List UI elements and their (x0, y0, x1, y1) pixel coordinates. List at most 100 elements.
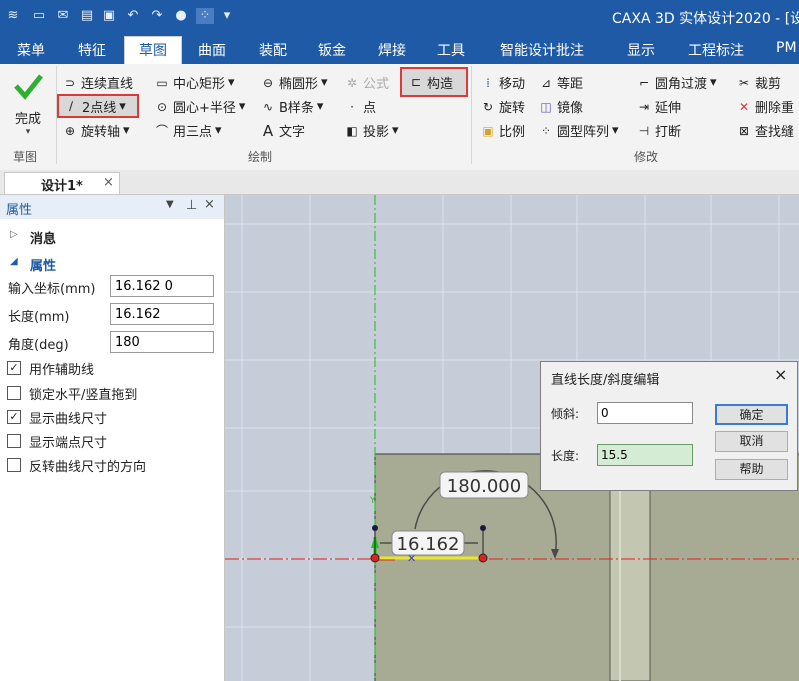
ellipse-button[interactable]: ⊖ 椭圆形 ▾ (260, 73, 328, 92)
dimension-handle[interactable] (372, 525, 378, 531)
field-label-angle: 角度(deg) (8, 338, 69, 353)
watermark-text: 大敏跨境 (24, 658, 81, 674)
group-label-draw: 绘制 (248, 150, 273, 164)
coordinates-input[interactable] (110, 275, 214, 297)
globe-icon[interactable]: ● (172, 8, 190, 24)
circular-array-button[interactable]: ⁘ 圆型阵列 ▾ (538, 121, 619, 140)
finish-button[interactable]: 完成 ▾ (4, 70, 52, 140)
tab-menu[interactable]: 菜单 (17, 40, 45, 60)
trim-button[interactable]: ✂ 裁剪 (736, 73, 781, 93)
tab-sketch[interactable]: 草图 (124, 36, 182, 64)
dropdown-icon[interactable]: ▼ (166, 199, 174, 210)
break-button[interactable]: ⊣ 打断 (636, 121, 681, 141)
rotate-button[interactable]: ↻ 旋转 (480, 97, 525, 117)
checkmark-icon (14, 74, 43, 100)
delete-duplicate-button[interactable]: ✕ 删除重 (736, 97, 794, 117)
mirror-button[interactable]: ◫ 镜像 (538, 97, 583, 117)
fillet-button[interactable]: ⌐ 圆角过渡 ▾ (636, 73, 717, 92)
collapse-arrow-icon[interactable]: ▷ (10, 229, 18, 240)
angle-input[interactable] (110, 331, 214, 353)
offset-button[interactable]: ⊿ 等距 (538, 73, 583, 93)
spline-icon: ∿ (262, 99, 274, 114)
slope-input[interactable] (597, 402, 693, 424)
chevron-down-icon: ▾ (215, 123, 222, 138)
checkbox-reverse-dim[interactable] (7, 458, 21, 472)
axis-of-rotation-button[interactable]: ⊕ 旋转轴 ▾ (62, 121, 130, 140)
move-icon: ⁞ (486, 75, 490, 90)
chevron-down-icon: ▾ (316, 99, 324, 114)
tab-feature[interactable]: 特征 (78, 40, 106, 60)
delete-icon: ✕ (738, 99, 750, 114)
app-logo-icon: ≋ (7, 8, 19, 23)
checkbox-show-curve-dim[interactable]: ✓ (7, 410, 21, 424)
chevron-down-icon: ▾ (321, 75, 328, 90)
move-button[interactable]: ⁞ 移动 (480, 73, 525, 93)
dialog-title: 直线长度/斜度编辑 (551, 373, 660, 388)
close-icon[interactable]: × (774, 365, 787, 384)
find-gap-button[interactable]: ⊠ 查找缝 (736, 121, 794, 141)
bspline-button[interactable]: ∿ B样条 ▾ (260, 97, 323, 116)
section-properties[interactable]: 属性 (30, 255, 56, 274)
line-end-point[interactable] (478, 553, 488, 563)
checkbox-show-endpoint-dim[interactable] (7, 434, 21, 448)
tab-tools[interactable]: 工具 (437, 40, 465, 60)
checkbox-construction-line[interactable]: ✓ (7, 361, 21, 375)
mail-icon[interactable]: ✉ (54, 8, 72, 24)
text-button[interactable]: A 文字 (260, 121, 305, 140)
dimension-handle[interactable] (480, 525, 486, 531)
continuous-line-button[interactable]: ⊃ 连续直线 (62, 73, 133, 93)
field-label-length: 长度(mm) (8, 310, 70, 325)
tab-assembly[interactable]: 装配 (259, 40, 287, 60)
projection-button[interactable]: ◧ 投影 ▾ (344, 121, 398, 140)
tab-sheet-metal[interactable]: 钣金 (318, 40, 346, 60)
close-icon[interactable]: × (103, 175, 114, 190)
document-tab[interactable]: 设计1* × (4, 172, 120, 194)
break-icon: ⊣ (638, 123, 650, 138)
chevron-down-icon: ▾ (123, 123, 130, 138)
tab-welding[interactable]: 焊接 (378, 40, 406, 60)
extend-icon: ⇥ (638, 99, 650, 114)
redo-icon[interactable]: ↷ (148, 8, 166, 24)
construct-button[interactable]: ⊏ 构造 (400, 67, 468, 97)
finish-label: 完成 (14, 112, 41, 127)
center-radius-button[interactable]: ⊙ 圆心+半径 ▾ (154, 97, 245, 116)
undo-icon[interactable]: ↶ (124, 8, 142, 24)
tab-pm[interactable]: PM (776, 40, 797, 56)
formula-button[interactable]: ✲ 公式 (344, 73, 389, 93)
chevron-down-icon: ▾ (25, 127, 31, 137)
scale-button[interactable]: ▣ 比例 (480, 121, 525, 141)
tab-smart-design-annotation[interactable]: 智能设计批注 (500, 40, 584, 60)
center-rect-button[interactable]: ▭ 中心矩形 ▾ (154, 73, 234, 92)
line-start-point[interactable] (370, 553, 380, 563)
close-icon[interactable]: × (204, 197, 215, 212)
section-message[interactable]: 消息 (30, 228, 56, 247)
length-input[interactable] (110, 303, 214, 325)
document-tab-label: 设计1* (41, 179, 83, 194)
two-point-line-button[interactable]: ∕ 2点线 ▾ (57, 94, 139, 118)
circle-icon: ⊙ (156, 99, 168, 114)
three-point-arc-button[interactable]: ⌒ 用三点 ▾ (154, 121, 222, 140)
polyline-icon: ⊃ (64, 75, 76, 90)
length-input[interactable] (597, 444, 693, 466)
new-file-icon[interactable]: ▭ (30, 8, 48, 24)
length-label: 长度: (551, 449, 580, 463)
formula-icon: ✲ (346, 75, 358, 90)
point-button[interactable]: · 点 (344, 97, 376, 117)
checkbox-lock-hv[interactable] (7, 386, 21, 400)
extend-button[interactable]: ⇥ 延伸 (636, 97, 681, 117)
grid-snap-icon[interactable]: ⁘ (196, 8, 214, 24)
tab-display[interactable]: 显示 (627, 40, 655, 60)
tab-engineering-annotation[interactable]: 工程标注 (688, 40, 744, 60)
help-button[interactable]: 帮助 (715, 459, 788, 480)
customize-dropdown-icon[interactable]: ▾ (218, 8, 236, 24)
tab-surface[interactable]: 曲面 (198, 40, 226, 60)
circular-array-icon: ⁘ (540, 123, 552, 138)
cancel-button[interactable]: 取消 (715, 431, 788, 452)
chevron-down-icon: ▾ (612, 123, 619, 138)
ok-button[interactable]: 确定 (715, 404, 788, 425)
panel-title: 属性 (6, 203, 33, 218)
open-folder-icon[interactable]: ▤ (78, 8, 96, 24)
pin-icon[interactable]: ⊥ (186, 198, 197, 213)
expand-arrow-icon[interactable]: ◢ (10, 256, 18, 267)
save-icon[interactable]: ▣ (100, 8, 118, 24)
